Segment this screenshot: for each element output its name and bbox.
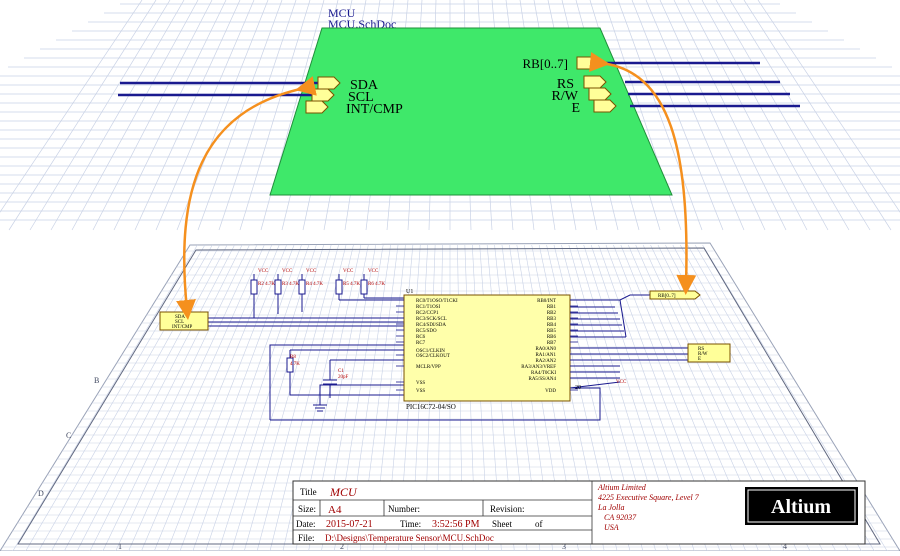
sheet-entry-label: RB[0..7]	[523, 56, 569, 71]
chip-pin-label: RC6	[416, 335, 426, 340]
chip-pin-label: RC7	[416, 341, 426, 346]
chip-pin-label: OSC2/CLKOUT	[416, 354, 450, 359]
chip-pin-label: RC0/T1OSO/T1CKI	[416, 299, 458, 304]
resistor-label: R4 4.7K	[306, 282, 323, 287]
port-block-right[interactable]	[687, 343, 731, 363]
hierarchy-diagram: MCU MCU.SchDoc SDA SCL INT/CMP RB[0..7] …	[0, 0, 900, 552]
resistor-label: R6 4.7K	[368, 282, 385, 287]
altium-logo-text: Altium	[771, 496, 831, 518]
zone-letter: B	[94, 376, 99, 385]
time-value: 3:52:56 PM	[432, 519, 480, 530]
chip-pin-label: RB7	[547, 341, 557, 346]
of-label: of	[535, 519, 543, 529]
vcc-label: VCC	[616, 380, 627, 385]
zone-number: 1	[118, 542, 122, 551]
sheet-entry-label: E	[571, 101, 580, 116]
resistor-label: R5 4.7K	[343, 282, 360, 287]
chip-pin-label: RB3	[547, 317, 557, 322]
pin-number: 20	[575, 385, 581, 391]
schematic-illustration: MCU MCU.SchDoc SDA SCL INT/CMP RB[0..7] …	[0, 0, 900, 552]
number-label: Number:	[388, 504, 420, 514]
file-label: File:	[298, 533, 315, 543]
vcc-label: VCC	[368, 269, 379, 274]
date-label: Date:	[296, 519, 316, 529]
vcc-label: VCC	[343, 269, 354, 274]
address-line: Altium Limited	[597, 483, 647, 492]
revision-label: Revision:	[490, 504, 525, 514]
child-port-group-left: SDA SCL INT/CMP	[159, 311, 209, 331]
chip-pin-label: RC1/T1OSI	[416, 305, 441, 310]
title-block: Title MCU Size: A4 Number: Revision: Dat…	[292, 480, 866, 545]
chip-name: PIC16C72-04/SO	[406, 403, 456, 411]
sheet-label: Sheet	[492, 519, 512, 529]
title-value: MCU	[329, 485, 358, 499]
chip-pin-label: RC3/SCK/SCL	[416, 317, 447, 322]
chip-pin-label: RB5	[547, 329, 557, 334]
chip-pin-label: RC5/SDO	[416, 329, 437, 334]
chip-pin-label: RB6	[547, 335, 557, 340]
address-line: La Jolla	[597, 503, 624, 512]
address-line: 4225 Executive Square, Level 7	[598, 493, 700, 502]
chip-pin-label: RA2/AN2	[535, 359, 556, 364]
chip-pin-label: RB1	[547, 305, 557, 310]
port-label: E	[698, 357, 701, 362]
chip-pin-label: RA3/AN3/VREF	[521, 365, 556, 370]
date-value: 2015-07-21	[326, 519, 373, 530]
title-label: Title	[300, 487, 317, 497]
time-label: Time:	[400, 519, 421, 529]
resistor-label: R2 4.7K	[258, 282, 275, 287]
file-value: D:\Designs\Temperature Sensor\MCU.SchDoc	[325, 533, 494, 543]
chip-pin-label: VDD	[545, 389, 556, 394]
r8-label: R8	[290, 355, 296, 360]
zone-letter: D	[38, 489, 44, 498]
address-line: CA 92037	[604, 513, 637, 522]
address-line: USA	[604, 523, 619, 532]
r8-value: 4.7K	[290, 362, 300, 367]
chip-pin-label: MCLR/VPP	[416, 365, 441, 370]
chip-pin-label: RC2/CCP1	[416, 311, 439, 316]
port-label: INT/CMP	[172, 325, 193, 330]
vcc-label: VCC	[282, 269, 293, 274]
sheet-symbol-mcu[interactable]: MCU MCU.SchDoc	[269, 6, 673, 196]
chip-pin-label: RB4	[547, 323, 557, 328]
size-value: A4	[328, 504, 342, 516]
zone-letter: C	[66, 431, 71, 440]
cap-value: 20pF	[338, 375, 349, 380]
chip-pin-label: VSS	[416, 389, 425, 394]
vcc-label: VCC	[306, 269, 317, 274]
chip-pin-label: RA0/AN0	[535, 347, 556, 352]
chip-pin-label: VSS	[416, 381, 425, 386]
chip-pin-label: RA1/AN1	[535, 353, 556, 358]
resistor-label: R3 4.7K	[282, 282, 299, 287]
chip-pin-label: RC4/SDI/SDA	[416, 323, 446, 328]
cap-label: C1	[338, 369, 344, 374]
sheet-entry-label: INT/CMP	[346, 102, 403, 117]
chip-pin-label: RB0/INT	[537, 299, 556, 304]
chip-designator: U1	[406, 289, 413, 295]
vcc-label: VCC	[258, 269, 269, 274]
chip-pin-label: RA4/T0CKI	[531, 371, 556, 376]
sheet-symbol-body	[269, 27, 673, 196]
size-label: Size:	[298, 504, 316, 514]
chip-pin-label: RB2	[547, 311, 557, 316]
chip-pin-label: RA5/SS/AN4	[528, 377, 556, 382]
port-label: RB[0..7]	[658, 294, 676, 299]
